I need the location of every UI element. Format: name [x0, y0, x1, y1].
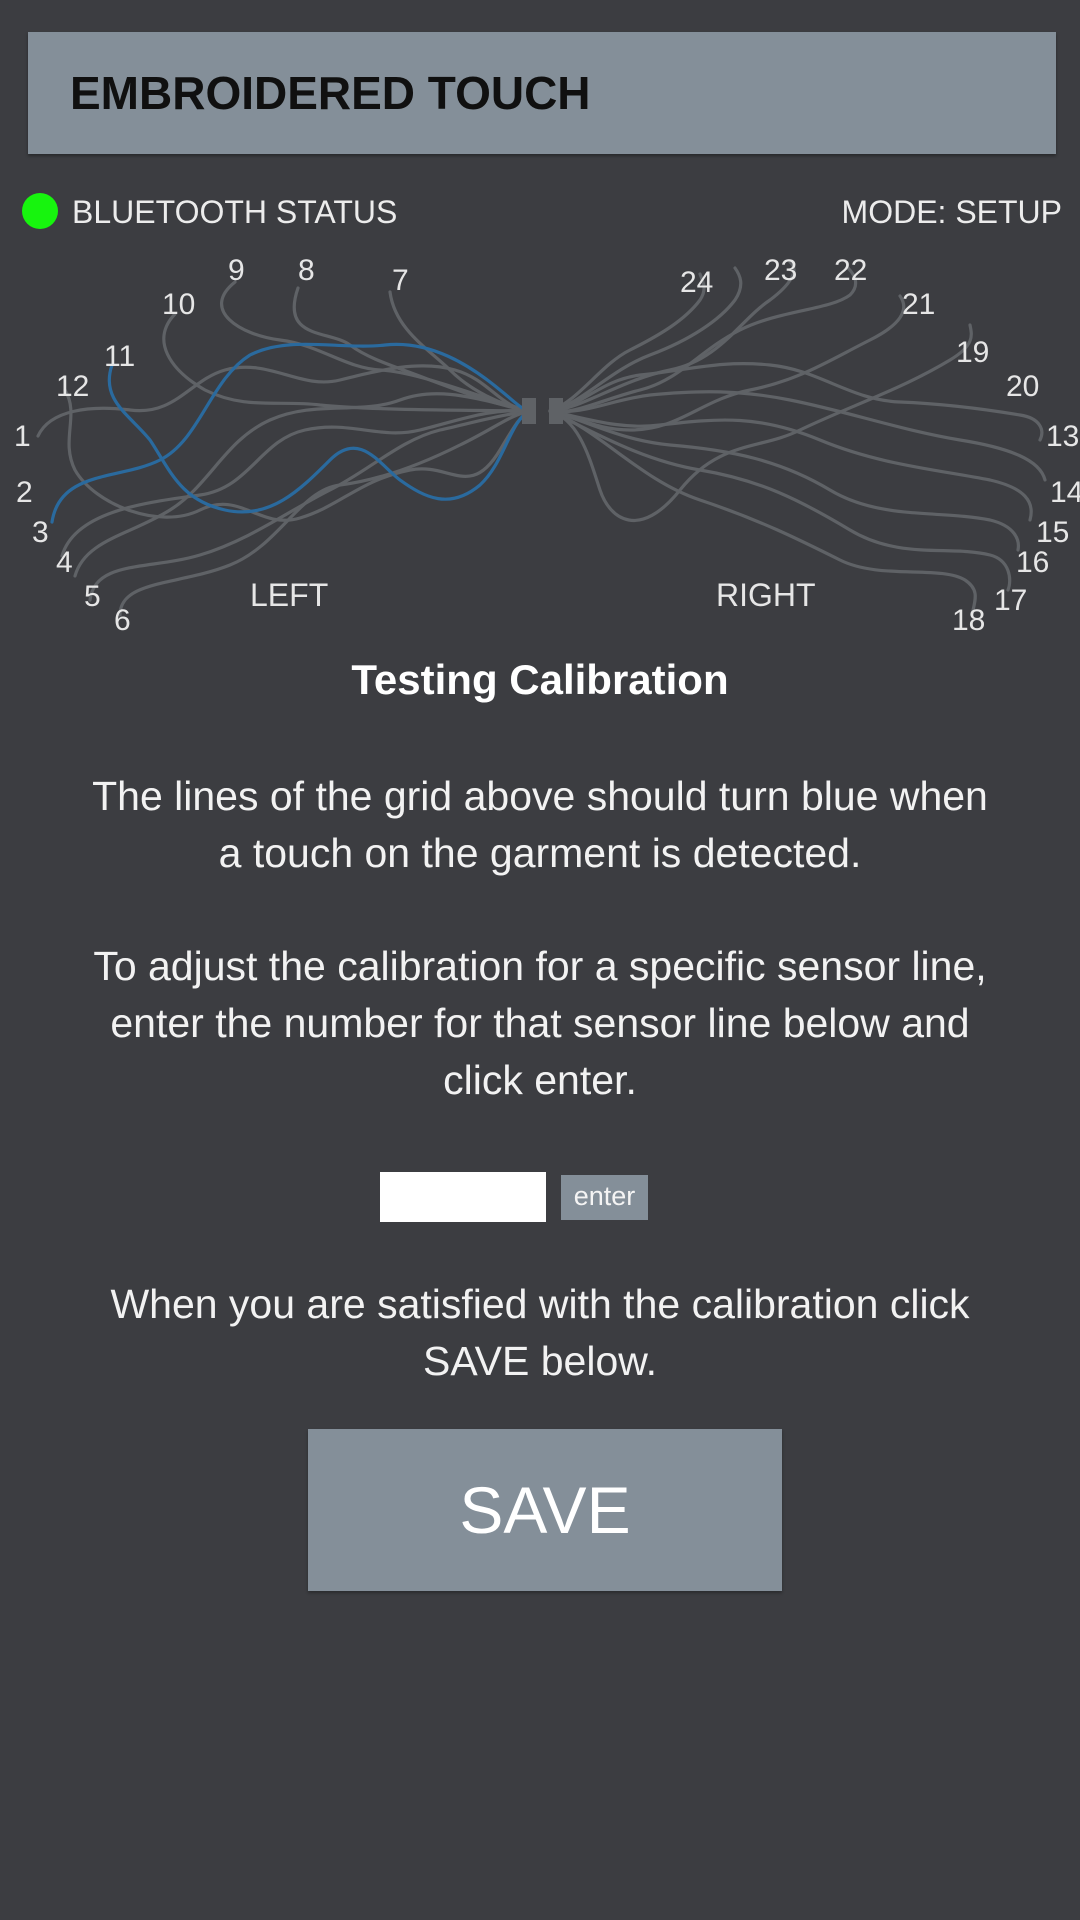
sensor-label-22: 22	[834, 254, 867, 287]
instruction-paragraph-2: To adjust the calibration for a specific…	[93, 943, 987, 1103]
right-connector	[549, 398, 563, 424]
left-sensor-lines	[36, 280, 532, 617]
right-sensor-lines	[548, 260, 1047, 617]
app-title: EMBROIDERED TOUCH	[70, 67, 591, 119]
sensor-label-16: 16	[1016, 546, 1049, 579]
sensor-label-14: 14	[1050, 476, 1080, 509]
sensor-line-3	[60, 408, 532, 558]
sensor-label-13: 13	[1046, 420, 1079, 453]
sensor-label-8: 8	[298, 254, 315, 287]
save-button[interactable]: SAVE	[308, 1429, 782, 1591]
sensor-number-input[interactable]	[380, 1172, 546, 1222]
sensor-label-20: 20	[1006, 370, 1039, 403]
sensor-grid-diagram: 123456789101112131415161718192021222324 …	[14, 254, 1080, 637]
sensor-line-5	[88, 409, 532, 602]
left-connector	[522, 398, 536, 424]
sensor-line-16	[548, 409, 1020, 552]
mode-label: MODE: SETUP	[841, 194, 1062, 230]
sensor-label-18: 18	[952, 604, 985, 637]
app-header: EMBROIDERED TOUCH	[28, 32, 1056, 154]
enter-button[interactable]: enter	[561, 1175, 648, 1220]
sensor-line-11	[107, 363, 532, 514]
sensor-label-11: 11	[104, 340, 135, 373]
sensor-label-7: 7	[392, 264, 409, 297]
sensor-label-19: 19	[956, 336, 989, 369]
sensor-label-1: 1	[14, 420, 31, 453]
bluetooth-status-indicator	[22, 193, 58, 229]
app-screen: EMBROIDERED TOUCH BLUETOOTH STATUS MODE:…	[0, 0, 1080, 1920]
sensor-label-15: 15	[1036, 516, 1069, 549]
sensor-line-15	[548, 409, 1033, 522]
sensor-label-17: 17	[994, 584, 1027, 617]
sensor-label-5: 5	[84, 580, 101, 613]
right-side-label: RIGHT	[716, 577, 816, 613]
status-row: BLUETOOTH STATUS MODE: SETUP	[0, 188, 1080, 236]
sensor-label-24: 24	[680, 266, 713, 299]
bluetooth-status-label: BLUETOOTH STATUS	[72, 194, 398, 230]
sensor-map: 1 2 3 4 5 6 7 8 9 10 11 12 13 14 15 16 17 18 19 20 21 22 23 24 …	[0, 240, 1080, 640]
sensor-label-21: 21	[902, 288, 935, 321]
sensor-label-23: 23	[764, 254, 797, 287]
sensor-label-9: 9	[228, 254, 245, 287]
section-title: Testing Calibration	[351, 656, 729, 703]
instruction-paragraph-1: The lines of the grid above should turn …	[92, 773, 988, 876]
instruction-paragraph-3: When you are satisfied with the calibrat…	[110, 1281, 970, 1384]
sensor-label-6: 6	[114, 604, 131, 637]
sensor-label-12: 12	[56, 370, 89, 403]
sensor-label-3: 3	[32, 516, 49, 549]
left-side-label: LEFT	[250, 577, 328, 613]
sensor-label-10: 10	[162, 288, 195, 321]
sensor-line-7	[388, 290, 532, 413]
sensor-label-4: 4	[56, 546, 73, 579]
sensor-label-2: 2	[16, 476, 33, 509]
